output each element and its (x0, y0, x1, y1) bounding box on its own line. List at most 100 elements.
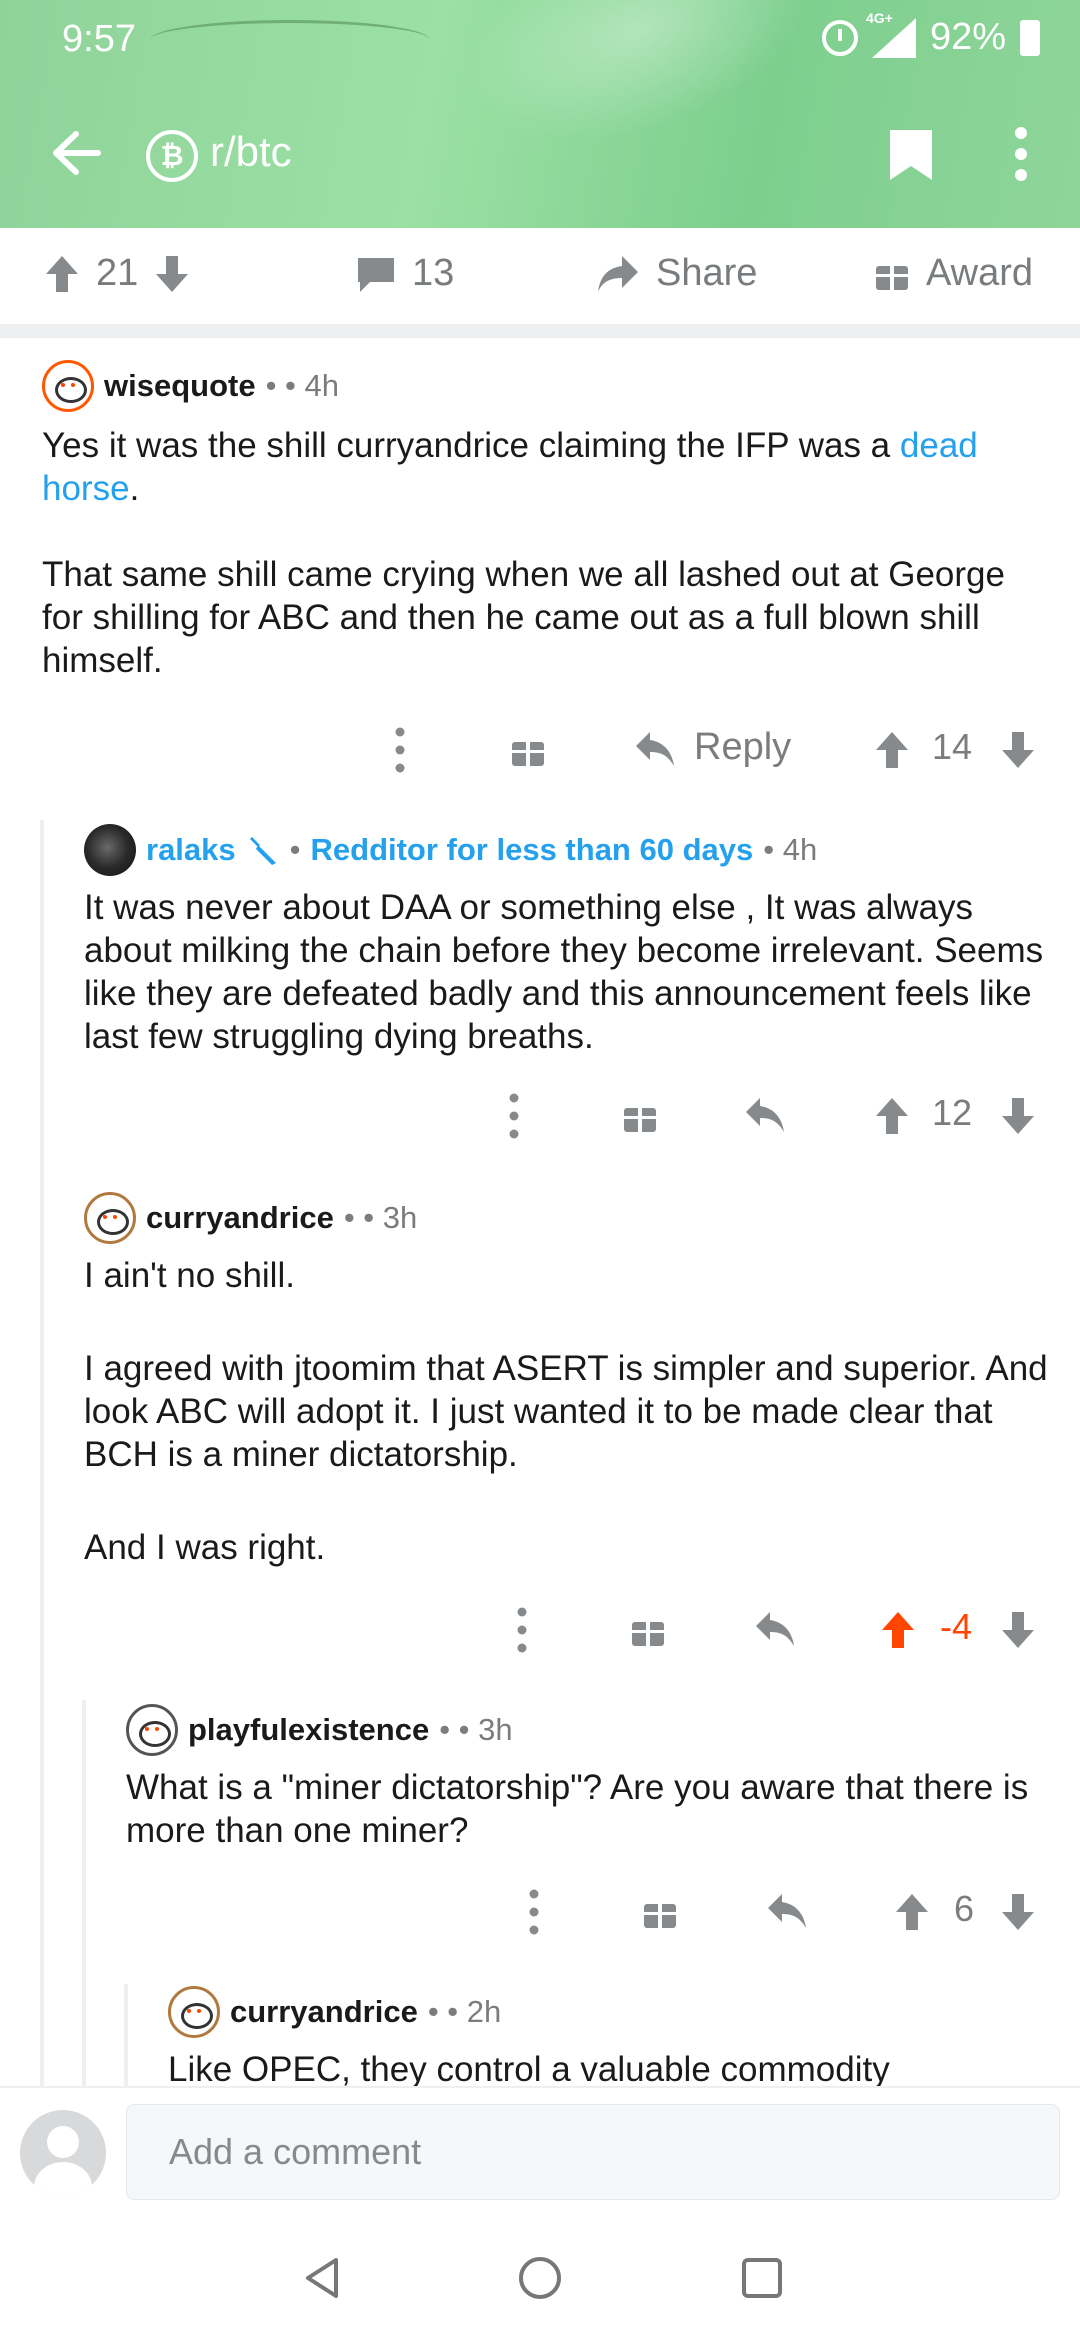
avatar[interactable] (126, 1704, 178, 1756)
downvote-icon[interactable] (1000, 1610, 1036, 1650)
section-divider (0, 324, 1080, 338)
gift-icon[interactable] (642, 1894, 678, 1930)
comment-body: What is a "miner dictatorship"? Are you … (126, 1768, 1029, 1850)
comment-body: It was never about DAA or something else… (84, 888, 1044, 1056)
comment-actions: 6 (0, 1882, 1080, 1942)
comment-meta: • • 3h (343, 1200, 418, 1235)
comment-actions: Reply 14 (0, 720, 1080, 780)
downvote-icon[interactable] (1000, 1096, 1036, 1136)
post-vote-group: 21 (44, 252, 190, 295)
bookmark-icon[interactable] (888, 128, 934, 182)
avatar[interactable] (168, 1986, 220, 2038)
gift-icon[interactable] (510, 732, 546, 768)
share-icon (598, 255, 638, 292)
status-time: 9:57 (62, 18, 136, 60)
more-options-icon[interactable] (516, 1606, 528, 1654)
gift-icon (876, 259, 908, 290)
add-comment-input[interactable]: Add a comment (126, 2104, 1060, 2200)
comment-meta: • • 4h (265, 368, 340, 403)
award-button[interactable]: Award (874, 252, 1033, 295)
reply-icon[interactable] (766, 1892, 808, 1930)
subreddit-name[interactable]: r/btc (210, 128, 292, 176)
comment-actions: -4 (0, 1600, 1080, 1660)
post-action-bar: 21 13 Share Award (0, 228, 1080, 324)
gift-icon[interactable] (630, 1612, 666, 1648)
comment-link[interactable]: dead (900, 426, 978, 465)
network-type: 4G+ (865, 9, 893, 26)
comment-meta: • 4h (763, 832, 818, 867)
comment-text: Yes it was the shill curryandrice claimi… (42, 426, 900, 465)
wrench-icon (249, 837, 276, 865)
more-options-icon[interactable] (528, 1888, 540, 1936)
award-label: Award (926, 252, 1034, 294)
avatar[interactable] (84, 1192, 136, 1244)
upvote-icon[interactable] (880, 1610, 916, 1650)
comment-score: 6 (954, 1888, 975, 1929)
upvote-icon[interactable] (874, 1096, 910, 1136)
comment-score: 12 (932, 1092, 973, 1133)
recents-square-icon[interactable] (738, 2254, 786, 2302)
comment-count: 13 (412, 252, 455, 294)
home-circle-icon[interactable] (516, 2254, 564, 2302)
gift-icon[interactable] (622, 1098, 658, 1134)
comment-body: Like OPEC, they control a valuable commo… (168, 2050, 890, 2086)
comment-icon (358, 257, 394, 292)
battery-icon (1020, 19, 1040, 56)
system-navbar (0, 2216, 1080, 2340)
comment-body: I ain't no shill. I agreed with jtoomim … (84, 1254, 1058, 1569)
signal-icon: 4G+ (866, 10, 916, 58)
comment-text: And I was right. (84, 1528, 326, 1567)
upvote-icon[interactable] (44, 254, 80, 294)
bitcoin-icon[interactable]: ₿ (146, 130, 198, 182)
comment-header: curryandrice • • 2h (168, 1986, 501, 2038)
back-arrow-icon[interactable] (48, 126, 102, 180)
status-icons: 4G+ 92% (821, 10, 1040, 59)
comment-text: . (129, 469, 140, 508)
downvote-icon[interactable] (1000, 1892, 1036, 1932)
subreddit-header: 9:57 4G+ 92% ₿ r/btc (0, 0, 1080, 228)
upvote-icon[interactable] (874, 730, 910, 770)
comment-header: wisequote • • 4h (42, 360, 339, 412)
comment-author[interactable]: curryandrice (230, 1994, 418, 2030)
meta-separator: • (289, 832, 301, 867)
user-flair: Redditor for less than 60 days (310, 832, 754, 867)
comment-score: -4 (940, 1606, 973, 1647)
comment-header: ralaks • Redditor for less than 60 days … (84, 824, 817, 876)
comment-score: 14 (932, 726, 973, 767)
comment-composer: Add a comment (0, 2086, 1080, 2216)
comment-author[interactable]: curryandrice (146, 1200, 334, 1236)
comment-text: I ain't no shill. (84, 1256, 295, 1295)
top-nav: ₿ r/btc (0, 120, 1080, 184)
downvote-icon[interactable] (1000, 730, 1036, 770)
battery-percent: 92% (929, 16, 1006, 58)
more-options-icon[interactable] (1006, 126, 1036, 182)
comment-meta: • • 3h (439, 1712, 513, 1747)
back-triangle-icon[interactable] (298, 2254, 346, 2302)
comment-header: playfulexistence • • 3h (126, 1704, 513, 1756)
comment-meta: • • 2h (427, 1994, 502, 2029)
comment-author[interactable]: wisequote (104, 368, 256, 404)
alarm-icon (821, 19, 858, 56)
more-options-icon[interactable] (508, 1092, 520, 1140)
status-bar: 9:57 4G+ 92% (0, 0, 1080, 80)
reply-icon[interactable] (634, 730, 676, 768)
user-avatar[interactable] (20, 2110, 106, 2196)
thread-line[interactable] (124, 1984, 128, 2086)
more-options-icon[interactable] (394, 726, 406, 774)
avatar[interactable] (42, 360, 94, 412)
avatar[interactable] (84, 824, 136, 876)
reply-icon[interactable] (754, 1610, 796, 1648)
comment-text: I agreed with jtoomim that ASERT is simp… (84, 1349, 1048, 1474)
comment-author[interactable]: ralaks (146, 832, 236, 868)
comment-author[interactable]: playfulexistence (188, 1712, 429, 1748)
downvote-icon[interactable] (154, 254, 190, 294)
comments-button[interactable]: 13 (356, 252, 454, 295)
comment-actions: 12 (0, 1086, 1080, 1146)
comment-link[interactable]: horse (42, 469, 130, 508)
comment-header: curryandrice • • 3h (84, 1192, 417, 1244)
share-button[interactable]: Share (596, 252, 757, 295)
comment-text: That same shill came crying when we all … (42, 555, 1005, 680)
reply-icon[interactable] (744, 1096, 786, 1134)
upvote-icon[interactable] (894, 1892, 930, 1932)
reply-button[interactable]: Reply (694, 726, 791, 769)
